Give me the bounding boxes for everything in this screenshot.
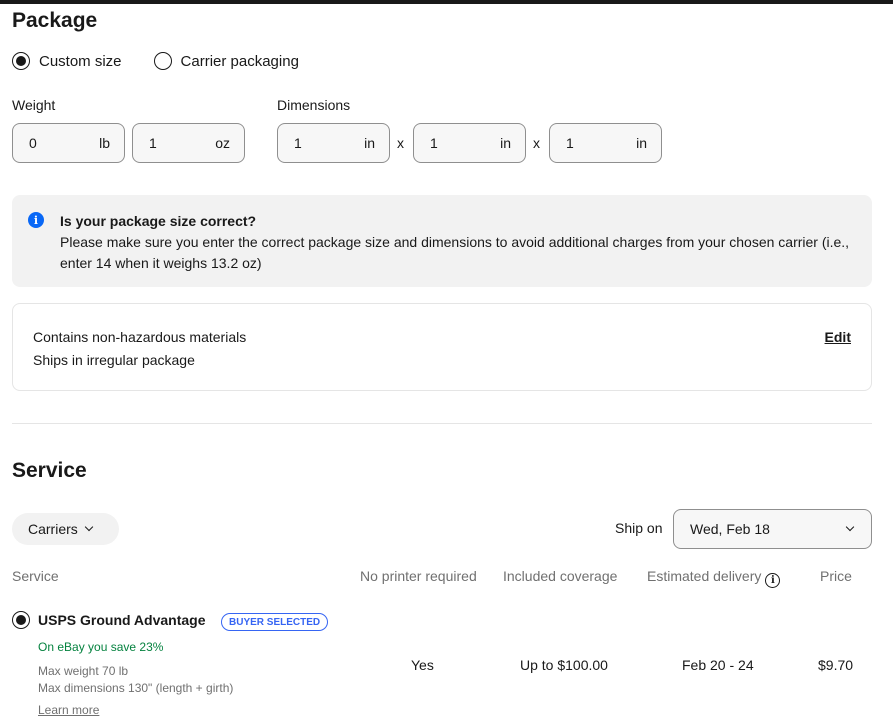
width-unit: in — [500, 135, 511, 151]
info-icon: i — [28, 212, 44, 228]
section-divider — [12, 423, 872, 424]
ship-on-label: Ship on — [615, 520, 663, 536]
weight-oz-value: 1 — [149, 135, 157, 151]
weight-lb-value: 0 — [29, 135, 37, 151]
info-outline-icon[interactable]: i — [765, 573, 781, 588]
height-unit: in — [636, 135, 647, 151]
height-value: 1 — [566, 135, 574, 151]
length-unit: in — [364, 135, 375, 151]
weight-lb-input[interactable]: 0 lb — [12, 123, 125, 163]
column-header-no-printer: No printer required — [360, 568, 477, 584]
package-size-notice: i Is your package size correct? Please m… — [12, 195, 872, 287]
dimensions-label: Dimensions — [277, 97, 351, 113]
column-header-delivery: Estimated delivery i — [647, 568, 781, 588]
edit-link[interactable]: Edit — [825, 329, 851, 345]
weight-lb-unit: lb — [99, 135, 110, 151]
width-value: 1 — [430, 135, 438, 151]
column-header-service: Service — [12, 568, 59, 584]
carrier-packaging-radio[interactable] — [153, 52, 172, 70]
height-input[interactable]: 1 in — [549, 123, 662, 163]
weight-oz-unit: oz — [215, 135, 230, 151]
weight-label: Weight — [12, 97, 56, 113]
packaging-type-options: Custom size Carrier packaging — [12, 52, 299, 70]
service-title: Service — [12, 459, 87, 482]
carriers-label: Carriers — [28, 521, 78, 537]
package-title: Package — [12, 9, 98, 32]
carriers-filter-button[interactable]: Carriers — [12, 513, 119, 545]
custom-size-radio[interactable] — [12, 52, 30, 70]
ship-on-value: Wed, Feb 18 — [690, 521, 770, 537]
hazmat-card: Contains non-hazardous materials Ships i… — [12, 303, 872, 391]
top-border — [0, 0, 893, 4]
max-dimensions-text: Max dimensions 130" (length + girth) — [38, 681, 234, 695]
hazmat-status: Contains non-hazardous materials — [33, 329, 247, 345]
weight-oz-input[interactable]: 1 oz — [132, 123, 245, 163]
max-weight-text: Max weight 70 lb — [38, 664, 129, 678]
savings-text: On eBay you save 23% — [38, 640, 164, 654]
learn-more-link[interactable]: Learn more — [38, 703, 99, 717]
buyer-selected-badge: BUYER SELECTED — [221, 613, 329, 631]
irregular-package-status: Ships in irregular package — [33, 352, 195, 368]
carrier-packaging-label: Carrier packaging — [180, 52, 299, 70]
custom-size-label: Custom size — [39, 52, 122, 70]
width-input[interactable]: 1 in — [413, 123, 526, 163]
dimension-separator: x — [397, 135, 404, 151]
service-name: USPS Ground Advantage — [38, 612, 206, 628]
custom-size-option[interactable]: Custom size — [12, 52, 122, 70]
price-value: $9.70 — [818, 657, 854, 673]
length-input[interactable]: 1 in — [277, 123, 390, 163]
chevron-down-icon — [84, 522, 94, 532]
dimension-separator: x — [533, 135, 540, 151]
notice-title: Is your package size correct? — [60, 213, 257, 229]
column-header-price: Price — [820, 568, 852, 584]
no-printer-value: Yes — [411, 657, 434, 673]
notice-body: Please make sure you enter the correct p… — [60, 234, 850, 271]
coverage-value: Up to $100.00 — [520, 657, 608, 673]
ship-on-select[interactable]: Wed, Feb 18 — [673, 509, 872, 549]
service-radio[interactable] — [12, 611, 30, 629]
chevron-down-icon — [845, 522, 855, 532]
length-value: 1 — [294, 135, 302, 151]
column-header-coverage: Included coverage — [503, 568, 618, 584]
carrier-packaging-option[interactable]: Carrier packaging — [153, 52, 299, 70]
delivery-value: Feb 20 - 24 — [682, 657, 754, 673]
column-header-delivery-label: Estimated delivery — [647, 568, 762, 584]
